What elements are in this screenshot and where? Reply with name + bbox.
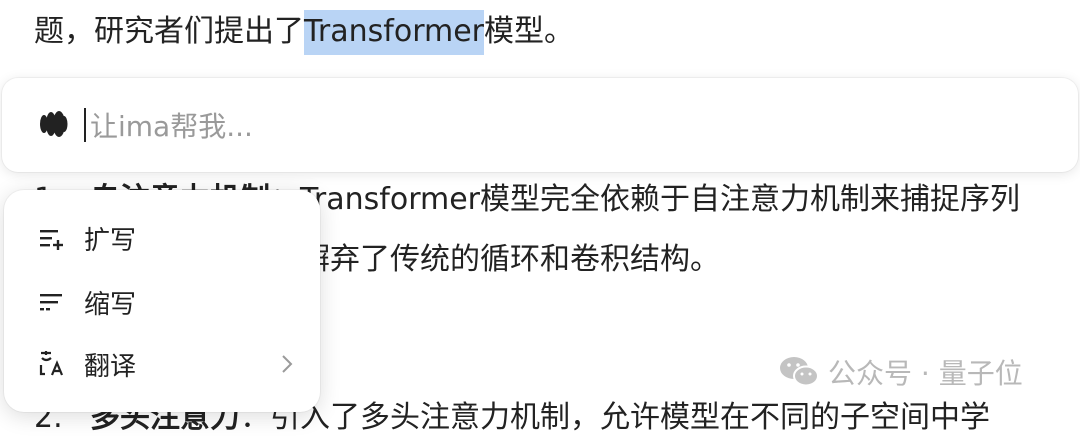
document-text: 题，研究者们提出了 — [34, 14, 304, 49]
menu-item-shorten[interactable]: 缩写 — [4, 272, 320, 332]
wechat-icon — [780, 357, 819, 387]
ai-prompt-input[interactable] — [88, 100, 992, 152]
expand-text-icon — [40, 230, 63, 250]
ai-action-menu: 扩写 缩写 翻译 — [4, 190, 320, 412]
menu-item-label: 扩写 — [84, 225, 137, 256]
ai-prompt-bar — [2, 78, 1078, 172]
document-text: 模型。 — [484, 14, 575, 49]
watermark-text: 公众号 · 量子位 — [828, 357, 1023, 390]
menu-item-translate[interactable]: 翻译 — [4, 334, 320, 394]
text-caret — [84, 108, 86, 142]
shorten-text-icon — [40, 294, 62, 311]
list-item-text: ：引入了多头注意力机制，允许模型在不同的子空间中学 — [240, 400, 990, 435]
selected-text[interactable]: Transformer — [304, 10, 485, 55]
document-line: 题，研究者们提出了Transformer模型。 — [34, 10, 575, 55]
menu-item-label: 翻译 — [84, 351, 137, 382]
menu-item-expand[interactable]: 扩写 — [4, 208, 320, 268]
ima-logo-icon — [40, 111, 68, 137]
chevron-right-icon — [282, 355, 293, 373]
menu-item-label: 缩写 — [84, 289, 137, 320]
translate-icon — [39, 351, 64, 376]
watermark: 公众号 · 量子位 — [778, 352, 1023, 392]
list-item-text: ：Transformer模型完全依赖于自注意力机制来捕捉序列 — [270, 182, 1021, 217]
